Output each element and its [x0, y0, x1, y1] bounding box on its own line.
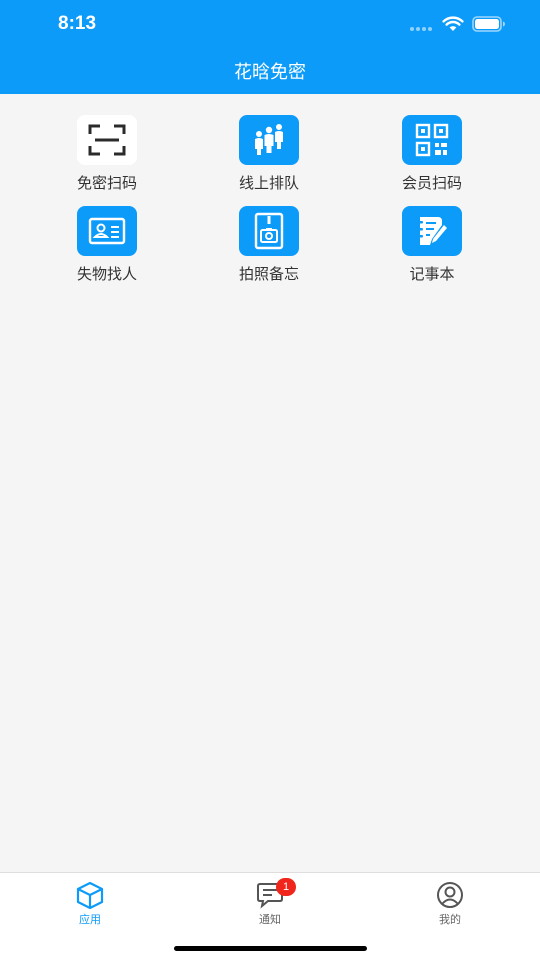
battery-icon: [472, 16, 505, 32]
app-item-photo-memo[interactable]: 拍照备忘: [209, 206, 329, 286]
signal-icon: [410, 27, 434, 31]
app-item-notebook[interactable]: 记事本: [372, 206, 492, 286]
page-title: 花晗免密: [234, 62, 306, 83]
app-label: 免密扫码: [76, 174, 137, 192]
app-item-queue[interactable]: 线上排队: [209, 115, 329, 195]
app-item-lost-found[interactable]: 失物找人: [47, 206, 167, 286]
app-item-member-scan[interactable]: 会员扫码: [372, 115, 492, 195]
tab-notifications[interactable]: 1 通知: [210, 878, 330, 929]
camera-photo-icon: [239, 206, 299, 256]
user-icon: [437, 882, 463, 908]
tab-label: 应用: [79, 913, 101, 926]
app-label: 会员扫码: [401, 174, 462, 192]
cube-icon: [76, 881, 104, 909]
tab-label: 通知: [259, 913, 281, 926]
tab-profile[interactable]: 我的: [390, 879, 510, 929]
app-label: 记事本: [409, 265, 455, 283]
id-card-icon: [77, 206, 137, 256]
app-header: 8:13 花晗免密: [0, 0, 540, 94]
notification-badge: 1: [276, 878, 296, 896]
app-label: 失物找人: [76, 265, 137, 283]
notebook-edit-icon: [402, 206, 462, 256]
status-bar: 8:13: [0, 0, 540, 50]
app-label: 线上排队: [238, 174, 299, 192]
tab-label: 我的: [439, 913, 461, 926]
app-label: 拍照备忘: [238, 265, 299, 283]
app-item-scan[interactable]: 免密扫码: [47, 115, 167, 195]
wifi-icon: [442, 16, 464, 31]
people-queue-icon: [239, 115, 299, 165]
qr-code-icon: [402, 115, 462, 165]
tab-apps[interactable]: 应用: [30, 879, 150, 929]
scan-icon: [77, 115, 137, 165]
home-indicator[interactable]: [174, 946, 367, 951]
status-time: 8:13: [58, 13, 97, 34]
